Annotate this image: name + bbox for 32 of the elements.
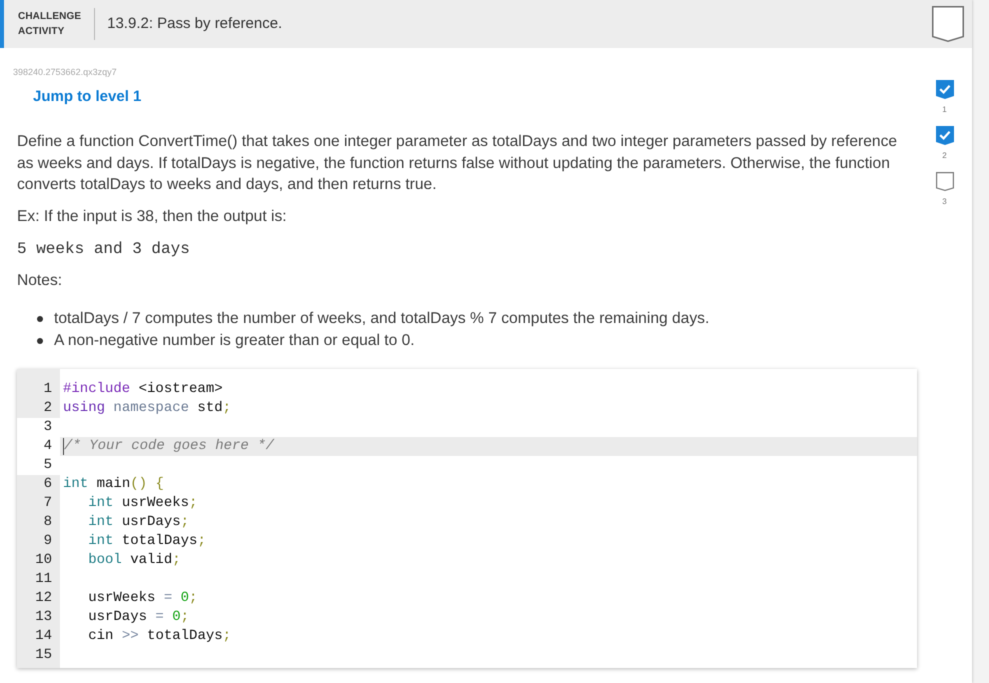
line-number: 6 [17,474,60,494]
code-line: int usrWeeks; [88,494,198,512]
jump-to-level-link[interactable]: Jump to level 1 [33,87,142,107]
note-text: A non-negative number is greater than or equal to 0. [54,330,415,351]
line-number: 4 [17,436,60,456]
code-line: #include <iostream> [63,380,223,398]
code-line: int main() { [63,474,164,494]
code-line: usrWeeks = 0; [88,588,198,608]
level-button[interactable]: 3 [936,172,954,208]
example-output: 5 weeks and 3 days [17,239,190,260]
code-line: int usrDays; [88,512,190,532]
level-button[interactable]: 1 [936,80,954,116]
code-line: using namespace std; [63,398,232,418]
example-intro: Ex: If the input is 38, then the output is: [17,206,287,226]
instructions-paragraph: Define a function ConvertTime() that takes one integer parameter as totalDays and two integer parameters passed by reference as weeks and days. If totalDays is negative, the function returns false without updating the parameters. Otherwise, the function converts totalDays to weeks and days, and then returns true. [17,132,898,195]
code-line: cin >> totalDays; [88,626,232,646]
code-line: /* Your code goes here */ [64,436,274,456]
code-line: bool valid; [88,550,181,570]
line-number: 5 [17,456,60,474]
note-text: totalDays / 7 computes the number of weeks, and totalDays % 7 computes the remaining days. [54,308,710,329]
line-number: 3 [17,418,60,436]
bullet-icon [37,338,43,344]
level-button[interactable]: 2 [936,126,954,162]
notes-heading: Notes: [17,271,62,291]
code-line: int totalDays; [88,532,206,550]
activity-title: 13.9.2: Pass by reference. [107,14,282,34]
text-cursor-icon [63,438,64,454]
activity-type-label: CHALLENGE ACTIVITY [18,10,82,39]
code-editor[interactable] [17,368,917,668]
bullet-icon [37,316,43,322]
activity-id: 398240.2753662.qx3zqy7 [13,66,117,78]
code-line: usrDays = 0; [88,608,190,626]
